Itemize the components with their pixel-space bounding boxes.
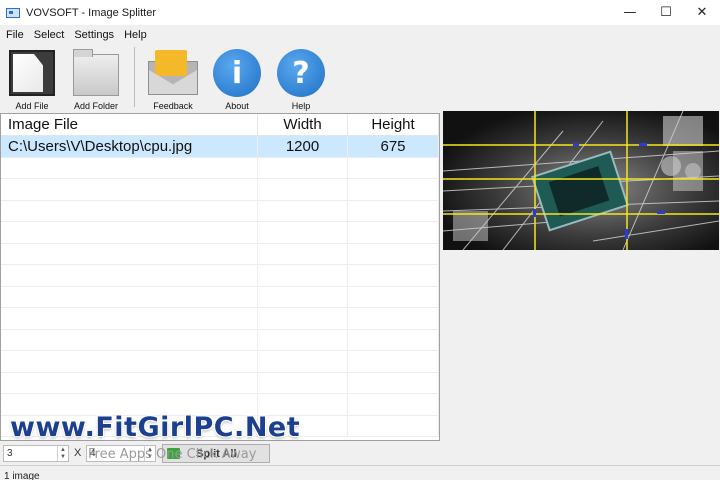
x-label: X xyxy=(74,447,82,459)
feedback-label: Feedback xyxy=(153,101,193,111)
rows-value: 3 xyxy=(7,448,13,459)
about-button[interactable]: i About xyxy=(205,45,269,111)
question-icon: ? xyxy=(277,49,325,97)
column-width[interactable]: Width xyxy=(258,114,348,135)
status-bar: 1 image xyxy=(0,465,720,480)
envelope-icon xyxy=(148,50,198,95)
cell-file: C:\Users\V\Desktop\cpu.jpg xyxy=(1,136,258,157)
circuit-board-image xyxy=(443,111,719,250)
cell-height: 675 xyxy=(348,136,439,157)
add-file-button[interactable]: Add File xyxy=(0,45,64,111)
column-image-file[interactable]: Image File xyxy=(1,114,258,135)
toolbar: Add File Add Folder Feedback i About ? H… xyxy=(0,45,720,111)
info-icon: i xyxy=(213,49,261,97)
maximize-button[interactable]: ☐ xyxy=(648,0,684,25)
feedback-button[interactable]: Feedback xyxy=(141,45,205,111)
watermark-subtitle: Free Apps One Click Away xyxy=(88,447,257,462)
help-label: Help xyxy=(291,101,311,111)
app-window: VOVSOFT - Image Splitter — ☐ ✕ File Sele… xyxy=(0,0,720,480)
menu-file[interactable]: File xyxy=(2,29,28,41)
title-bar[interactable]: VOVSOFT - Image Splitter — ☐ ✕ xyxy=(0,0,720,25)
help-button[interactable]: ? Help xyxy=(269,45,333,111)
table-row[interactable]: C:\Users\V\Desktop\cpu.jpg 1200 675 xyxy=(1,136,439,158)
menu-settings[interactable]: Settings xyxy=(70,29,118,41)
toolbar-separator xyxy=(134,47,135,107)
about-label: About xyxy=(225,101,249,111)
menu-help[interactable]: Help xyxy=(120,29,151,41)
add-folder-label: Add Folder xyxy=(73,101,119,111)
column-height[interactable]: Height xyxy=(348,114,439,135)
status-text: 1 image xyxy=(4,471,40,480)
rows-spinner[interactable]: 3 ▲ ▼ xyxy=(3,445,69,462)
list-header: Image File Width Height xyxy=(1,114,439,136)
menu-select[interactable]: Select xyxy=(30,29,69,41)
folder-icon xyxy=(73,49,119,96)
image-preview[interactable] xyxy=(443,111,719,250)
close-button[interactable]: ✕ xyxy=(684,0,720,25)
rows-spinner-arrows[interactable]: ▲ ▼ xyxy=(57,446,68,461)
minimize-button[interactable]: — xyxy=(612,0,648,25)
menu-bar: File Select Settings Help xyxy=(0,26,151,44)
file-icon xyxy=(9,50,55,96)
window-title: VOVSOFT - Image Splitter xyxy=(26,6,157,19)
cell-width: 1200 xyxy=(258,136,348,157)
app-icon xyxy=(6,7,20,18)
window-controls: — ☐ ✕ xyxy=(612,0,720,25)
add-folder-button[interactable]: Add Folder xyxy=(64,45,128,111)
add-file-label: Add File xyxy=(15,101,49,111)
image-list[interactable]: Image File Width Height C:\Users\V\Deskt… xyxy=(0,113,440,441)
watermark: www.FitGirlPC.Net xyxy=(10,412,301,443)
